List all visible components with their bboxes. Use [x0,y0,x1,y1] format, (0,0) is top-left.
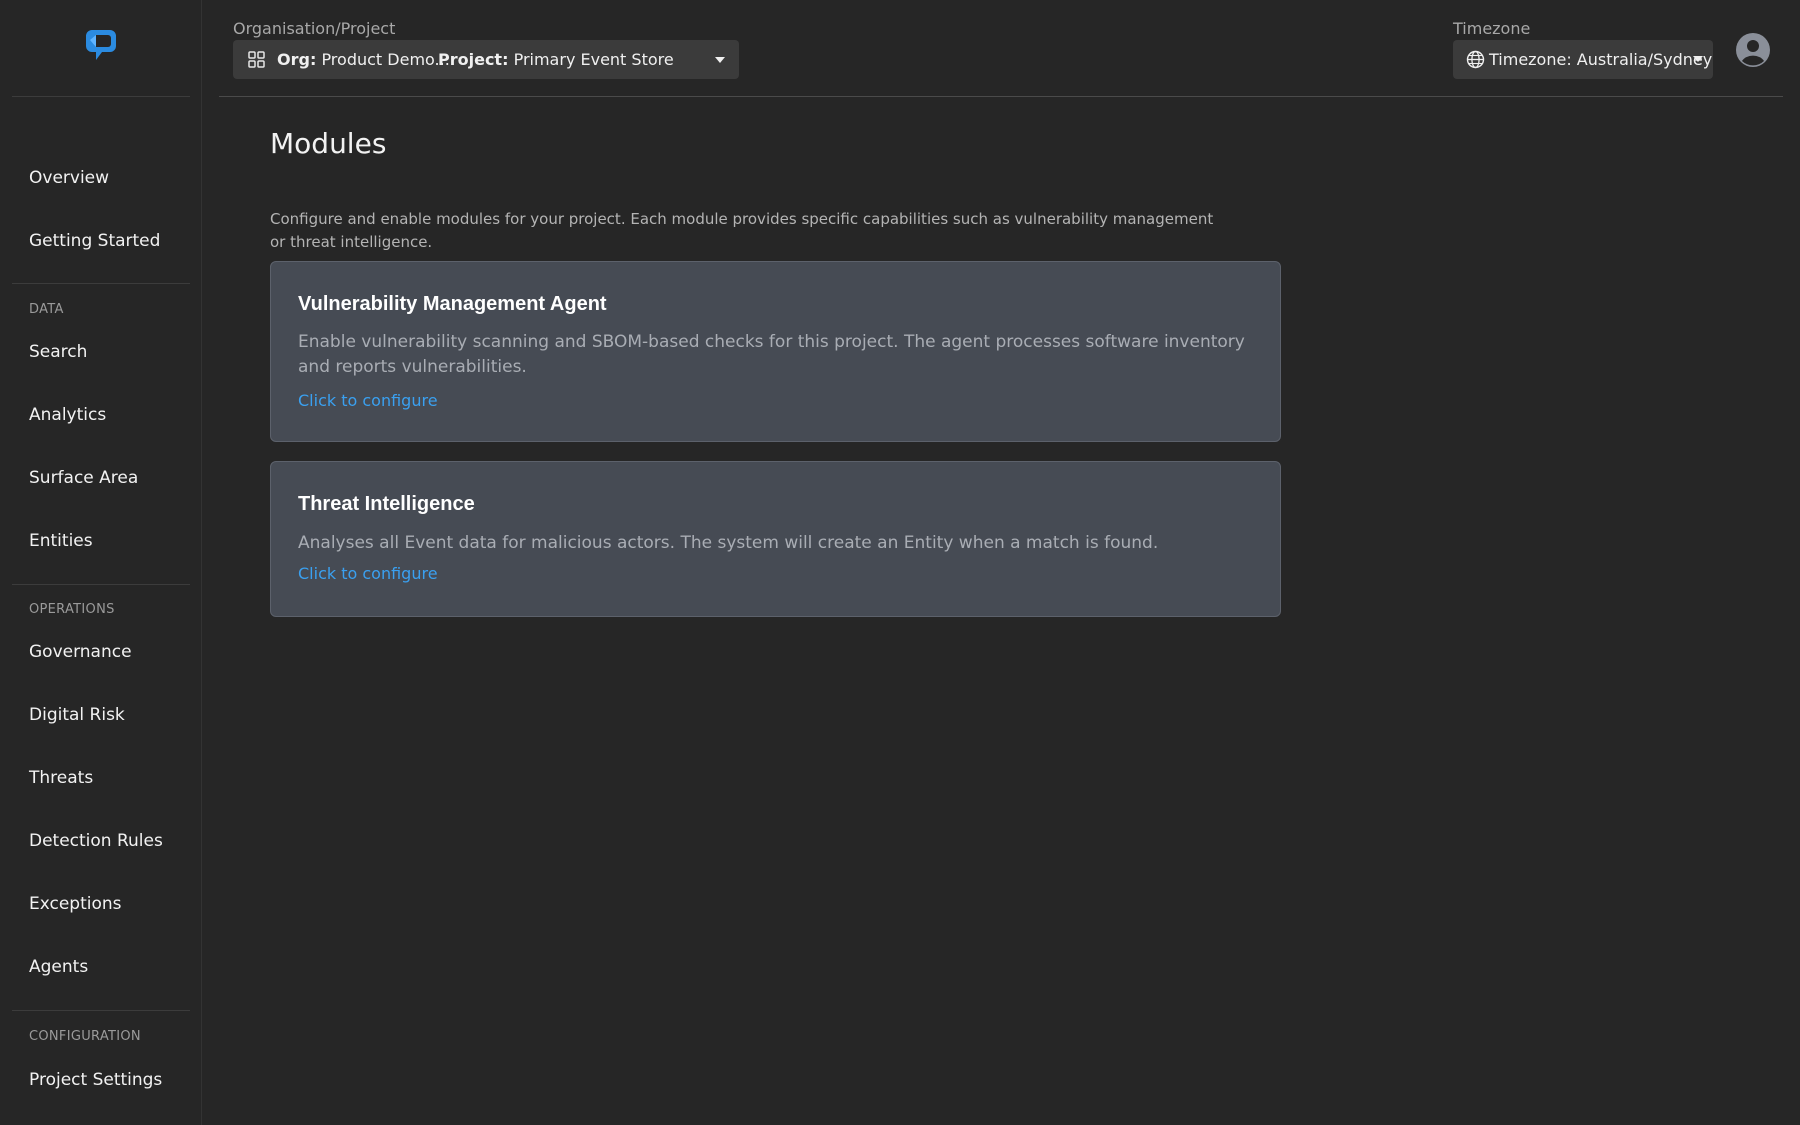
grid-icon [248,51,265,68]
user-avatar-icon[interactable] [1736,33,1770,67]
sidebar-section-operations: OPERATIONS [29,602,115,617]
sidebar-item-surface-area[interactable]: Surface Area [29,468,138,488]
org-name: Product Demo... [321,50,450,69]
project-name: Primary Event Store [513,50,674,69]
org-value: Org: Product Demo... [277,50,450,69]
module-description: Enable vulnerability scanning and SBOM-b… [298,332,1245,377]
timezone-selector[interactable]: Timezone: Australia/Sydney [1453,40,1713,79]
sidebar-item-threats[interactable]: Threats [29,768,93,788]
sidebar-section-configuration: CONFIGURATION [29,1029,141,1044]
sidebar: Overview Getting Started DATA Search Ana… [0,0,202,1125]
sidebar-item-governance[interactable]: Governance [29,642,132,662]
sidebar-divider [12,1010,190,1011]
configure-link[interactable]: Click to configure [298,564,438,583]
sidebar-divider [12,584,190,585]
module-title: Threat Intelligence [298,493,475,515]
sidebar-item-agents[interactable]: Agents [29,957,88,977]
module-title: Vulnerability Management Agent [298,293,607,315]
page-title: Modules [270,127,387,160]
sidebar-divider [12,283,190,284]
timezone-value: Timezone: Australia/Sydney [1489,50,1713,69]
logo-area [12,0,190,97]
module-card[interactable]: Vulnerability Management Agent Enable vu… [270,261,1281,442]
module-description: Analyses all Event data for malicious ac… [298,533,1159,553]
org-prefix: Org: [277,50,317,69]
chevron-down-icon [715,57,725,63]
org-project-label: Organisation/Project [233,19,396,38]
sidebar-item-overview[interactable]: Overview [29,168,109,188]
sidebar-item-exceptions[interactable]: Exceptions [29,894,122,914]
sidebar-item-project-settings[interactable]: Project Settings [29,1070,162,1090]
sidebar-item-analytics[interactable]: Analytics [29,405,106,425]
sidebar-section-data: DATA [29,302,64,317]
sidebar-item-getting-started[interactable]: Getting Started [29,231,160,251]
sidebar-item-digital-risk[interactable]: Digital Risk [29,705,125,725]
project-value: Project: Primary Event Store [438,50,674,69]
brand-logo-icon[interactable] [86,26,120,62]
sidebar-item-detection-rules[interactable]: Detection Rules [29,831,163,851]
sidebar-item-entities[interactable]: Entities [29,531,93,551]
chevron-down-icon [1693,56,1703,62]
sidebar-item-search[interactable]: Search [29,342,87,362]
timezone-label: Timezone [1453,19,1531,38]
header-divider [219,96,1783,97]
project-prefix: Project: [438,50,509,69]
app-window: Overview Getting Started DATA Search Ana… [0,0,1800,1125]
org-project-selector[interactable]: Org: Product Demo... Project: Primary Ev… [233,40,739,79]
globe-icon [1466,50,1485,69]
configure-link[interactable]: Click to configure [298,391,438,410]
module-card[interactable]: Threat Intelligence Analyses all Event d… [270,461,1281,617]
page-description: Configure and enable modules for your pr… [270,210,1214,251]
